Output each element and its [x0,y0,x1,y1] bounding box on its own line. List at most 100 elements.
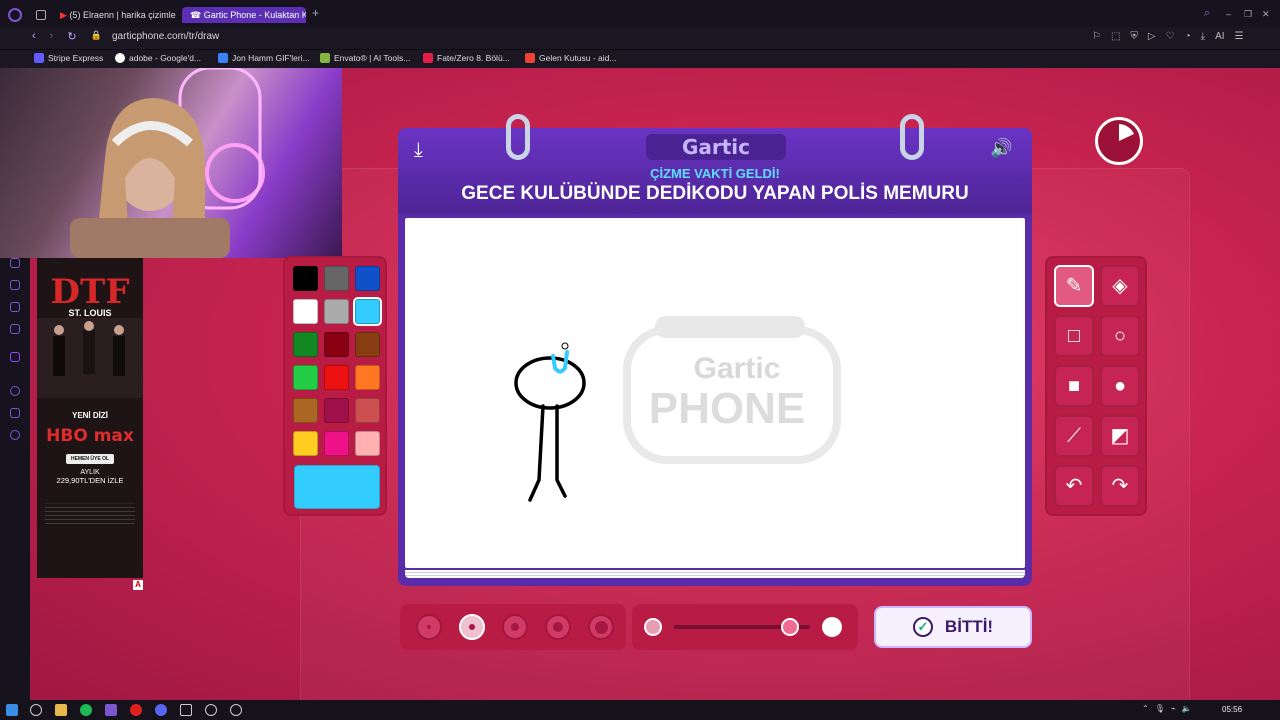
opacity-slider[interactable] [632,604,858,650]
color-swatch[interactable] [293,332,318,357]
opera-taskbar-icon[interactable] [105,704,117,716]
spotify-icon[interactable] [80,704,92,716]
rect-outline-tool-button[interactable]: □ [1054,315,1094,357]
drawing-canvas[interactable]: Gartic PHONE [405,218,1025,568]
bookmark-google[interactable]: adobe - Google'd... [115,53,201,63]
snapshot-icon[interactable]: ⬚ [1111,31,1120,42]
sidebar-app-icon[interactable] [10,324,20,334]
brush-size-option[interactable] [545,614,571,640]
bookmark-gmail[interactable]: Gelen Kutusu - aid... [525,53,617,63]
line-tool-button[interactable]: ⟋ [1054,415,1094,457]
twitch-icon[interactable] [10,352,20,362]
sound-icon[interactable]: 🔊 [990,138,1012,159]
color-swatch[interactable] [353,297,382,326]
shield-icon[interactable]: ⛨ [1130,31,1138,42]
tab-gartic[interactable]: ☎ Gartic Phone - Kulaktan Ku [182,7,306,23]
checkmark-icon: ✓ [912,617,933,637]
download-drawing-icon[interactable]: ⤓ [414,140,423,160]
pad-pages-edge [405,570,1025,578]
color-swatch[interactable] [355,398,380,423]
download-icon[interactable]: ⤓ [1201,31,1205,42]
bookmark-stripe[interactable]: Stripe Express [34,53,103,63]
tray-chevron-icon[interactable]: ⌃ [1142,704,1149,713]
search-icon[interactable]: ⌕ [1204,5,1210,21]
ad-cta-button[interactable]: HEMEN ÜYE OL [65,454,115,464]
color-swatch[interactable] [355,431,380,456]
start-icon[interactable] [6,704,18,716]
color-swatch[interactable] [324,398,349,423]
app-icon[interactable] [230,704,242,716]
sidebar-app-icon[interactable] [10,258,20,268]
brush-size-option[interactable] [502,614,528,640]
app-icon[interactable] [180,704,192,716]
pin-icon[interactable]: ⚐ [1092,31,1101,42]
eraser-tool-button[interactable]: ◈ [1100,265,1140,307]
bucket-icon: ◩ [1110,425,1130,447]
workspaces-icon[interactable] [36,10,46,20]
color-swatch[interactable] [293,431,318,456]
tab-elraenn[interactable]: ▶ (5) Elraenn | harika çizimle [60,7,178,23]
hbo-max-ad[interactable]: DTF ST. LOUIS YENİ DİZİ HBO max HEMEN ÜY… [37,258,143,578]
circle-outline-tool-button[interactable]: ○ [1100,315,1140,357]
bookmark-gif[interactable]: Jon Hamm GIF'leri... [218,53,310,63]
player-icon[interactable]: ▷ [1148,31,1156,42]
url-text[interactable]: garticphone.com/tr/draw [112,31,219,42]
network-icon[interactable]: ⌁ [1171,704,1176,713]
brush-size-option[interactable] [588,614,614,640]
forward-icon[interactable]: › [50,30,54,46]
color-swatch[interactable] [324,365,349,390]
profile-icon[interactable]: ◔ [1185,31,1191,42]
settings-icon[interactable] [10,430,20,440]
sidebar-app-icon[interactable] [10,302,20,312]
discord-icon[interactable] [155,704,167,716]
color-swatch[interactable] [355,266,380,291]
new-tab-icon[interactable]: + [312,5,319,21]
minimize-icon[interactable]: – [1226,6,1231,22]
rect-fill-icon: ■ [1067,375,1081,397]
mic-icon[interactable]: 🎙 [1155,704,1165,713]
brush-size-option[interactable] [416,614,442,640]
undo-tool-button[interactable]: ↶ [1054,465,1094,507]
color-swatch[interactable] [293,266,318,291]
back-icon[interactable]: ‹ [32,30,36,46]
volume-icon[interactable]: 🔈 [1182,704,1192,713]
color-swatch[interactable] [324,332,349,357]
color-swatch[interactable] [293,365,318,390]
clock[interactable]: 05:56 [1222,705,1242,714]
color-swatch[interactable] [293,398,318,423]
color-swatch[interactable] [293,299,318,324]
color-swatch[interactable] [355,332,380,357]
close-icon[interactable]: ✕ [1262,6,1270,22]
taskbar-search-icon[interactable] [30,704,42,716]
history-icon[interactable] [10,386,20,396]
sidebar-app-icon[interactable] [10,280,20,290]
ad-series-label: YENİ DİZİ [71,411,108,420]
reload-icon[interactable]: ↻ [67,30,76,46]
extensions-icon[interactable] [10,408,20,418]
bookmark-envato[interactable]: Envato® | AI Tools... [320,53,410,63]
ad-choices-badge[interactable]: A [133,580,143,590]
opacity-thumb[interactable] [780,618,799,636]
maximize-icon[interactable]: ❐ [1244,6,1252,22]
obs-icon[interactable] [130,704,142,716]
pen-tool-button[interactable]: ✎ [1054,265,1094,307]
app-icon[interactable] [205,704,217,716]
envato-icon [320,53,330,63]
color-swatch[interactable] [355,365,380,390]
color-swatch[interactable] [324,266,349,291]
bucket-tool-button[interactable]: ◩ [1100,415,1140,457]
ad-brand: HBO max [46,426,134,446]
opera-logo-icon[interactable] [8,8,22,22]
redo-tool-button[interactable]: ↷ [1100,465,1140,507]
file-explorer-icon[interactable] [55,704,67,716]
ai-icon[interactable]: AI [1215,31,1224,42]
circle-fill-tool-button[interactable]: ● [1100,365,1140,407]
color-swatch[interactable] [324,299,349,324]
menu-icon[interactable]: ☰ [1235,31,1244,42]
heart-icon[interactable]: ♡ [1166,31,1175,42]
rect-fill-tool-button[interactable]: ■ [1054,365,1094,407]
done-button[interactable]: ✓ BİTTİ! [874,606,1032,648]
brush-size-option[interactable] [459,614,485,640]
color-swatch[interactable] [324,431,349,456]
bookmark-fate[interactable]: Fate/Zero 8. Bölü... [423,53,510,63]
